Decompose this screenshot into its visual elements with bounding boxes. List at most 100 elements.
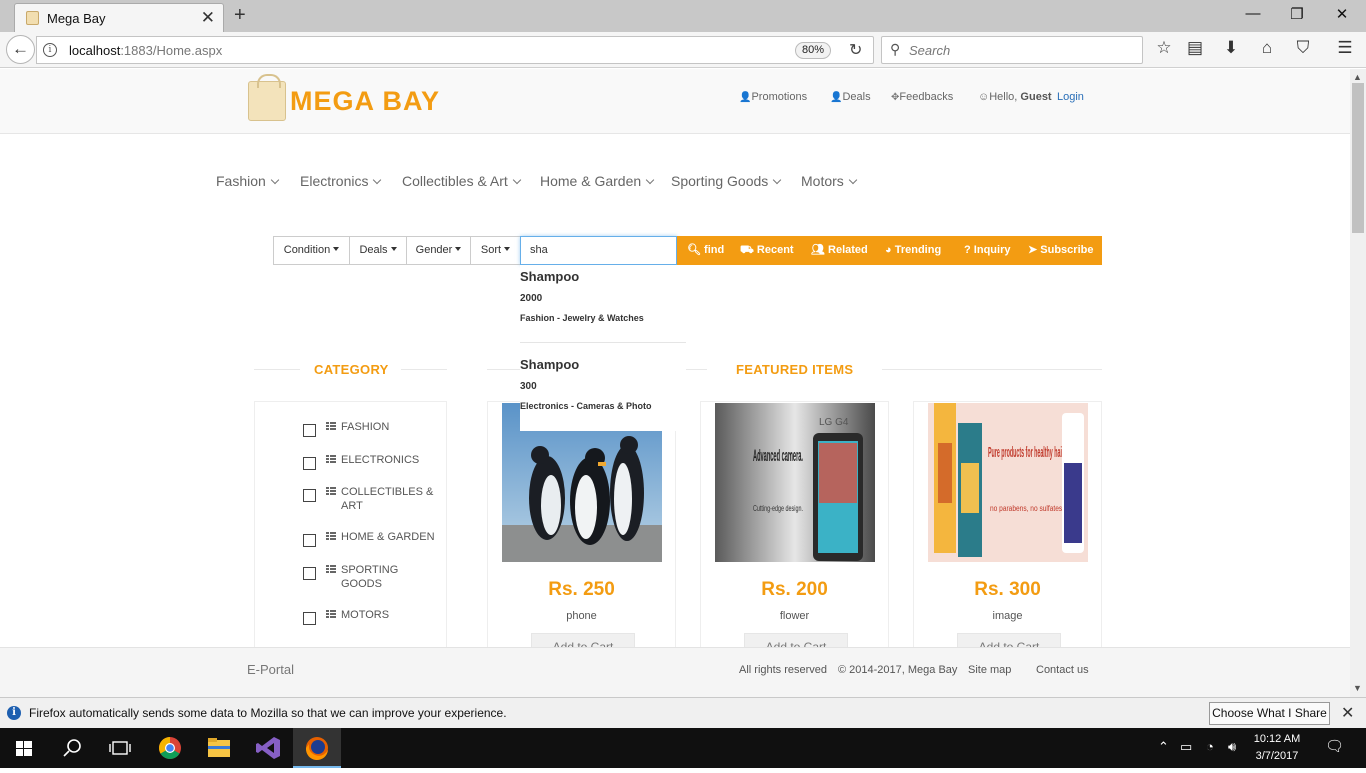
inquiry-button[interactable]: ? Inquiry bbox=[964, 236, 1010, 265]
chevron-down-icon bbox=[373, 175, 382, 185]
suggestion-name: Shampoo bbox=[520, 357, 580, 372]
related-button[interactable]: 👥︎ Related bbox=[811, 236, 868, 265]
category-checkbox[interactable] bbox=[303, 489, 316, 502]
new-tab-icon[interactable]: + bbox=[234, 4, 246, 27]
condition-dropdown[interactable]: Condition bbox=[273, 236, 350, 265]
action-center-icon[interactable]: 🗨︎ bbox=[1325, 737, 1344, 755]
chrome-icon[interactable] bbox=[146, 728, 194, 768]
login-link[interactable]: Login bbox=[1057, 91, 1084, 103]
category-checkbox[interactable] bbox=[303, 612, 316, 625]
product-image[interactable]: Pure products for healthy hair no parabe… bbox=[928, 403, 1088, 562]
gender-dropdown[interactable]: Gender bbox=[406, 236, 471, 265]
site-map-link[interactable]: Site map bbox=[968, 664, 1011, 676]
grid-icon bbox=[326, 422, 336, 430]
chevron-down-icon bbox=[848, 175, 858, 185]
home-icon[interactable]: ⌂ bbox=[1256, 38, 1278, 58]
back-icon[interactable]: ← bbox=[6, 35, 35, 64]
category-checkbox[interactable] bbox=[303, 457, 316, 470]
chevron-down-icon bbox=[512, 175, 522, 185]
page-scrollbar[interactable]: ▲ ▼ bbox=[1350, 69, 1366, 697]
question-icon: ? bbox=[964, 244, 971, 256]
url-bar[interactable]: i localhost:1883/Home.aspx 80% ↻ bbox=[36, 36, 874, 64]
battery-icon[interactable]: ▭ bbox=[1180, 739, 1192, 755]
grid-icon bbox=[326, 455, 336, 463]
choose-what-i-share-button[interactable]: Choose What I Share bbox=[1209, 702, 1330, 725]
feedbacks-link[interactable]: ✥Feedbacks bbox=[891, 91, 953, 103]
user-icon: 👤 bbox=[739, 92, 752, 103]
featured-items-heading: FEATURED ITEMS bbox=[736, 362, 854, 377]
menu-fashion[interactable]: Fashion bbox=[216, 173, 280, 189]
volume-icon[interactable]: 🔊︎ bbox=[1228, 739, 1236, 755]
url-text[interactable]: localhost:1883/Home.aspx bbox=[69, 43, 222, 58]
browser-search-input[interactable]: ⚲ Search bbox=[881, 36, 1143, 64]
search-filter-bar: Condition Deals Gender Sort sha 🔍︎ find … bbox=[273, 236, 1102, 265]
scroll-down-icon[interactable]: ▼ bbox=[1353, 683, 1362, 693]
reading-list-icon[interactable]: ▤ bbox=[1184, 38, 1206, 58]
recent-button[interactable]: ⛟ Recent bbox=[740, 236, 794, 265]
firefox-icon[interactable] bbox=[293, 728, 341, 768]
bookmark-star-icon[interactable]: ☆ bbox=[1153, 38, 1175, 58]
find-button[interactable]: 🔍︎ find bbox=[687, 236, 724, 265]
reload-icon[interactable]: ↻ bbox=[849, 40, 862, 60]
wifi-icon[interactable]: ◔ bbox=[1206, 739, 1214, 754]
download-icon[interactable]: ⬇ bbox=[1220, 38, 1242, 58]
trending-button[interactable]: ◕ Trending bbox=[885, 236, 941, 265]
shopping-bag-logo-icon[interactable] bbox=[248, 74, 286, 121]
menu-electronics[interactable]: Electronics bbox=[300, 173, 382, 189]
browser-tab[interactable]: Mega Bay ✕ bbox=[14, 3, 224, 32]
subscribe-button[interactable]: ➤ Subscribe bbox=[1028, 236, 1093, 265]
windows-start-icon[interactable] bbox=[0, 728, 48, 768]
menu-home-garden[interactable]: Home & Garden bbox=[540, 173, 655, 189]
promotions-link[interactable]: 👤Promotions bbox=[739, 91, 807, 103]
search-icon[interactable] bbox=[48, 728, 96, 768]
task-view-icon[interactable] bbox=[96, 728, 144, 768]
category-checkbox[interactable] bbox=[303, 424, 316, 437]
product-image[interactable]: Advanced camera. Cutting-edge design. LG… bbox=[715, 403, 875, 562]
autocomplete-item[interactable]: Shampoo 300 Electronics - Cameras & Phot… bbox=[520, 357, 686, 411]
product-name[interactable]: flower bbox=[701, 610, 888, 622]
windows-taskbar: ⌃ ▭ ◔ 🔊︎ 10:12 AM 3/7/2017 🗨︎ bbox=[0, 728, 1366, 768]
clock-time: 10:12 AM bbox=[1253, 733, 1301, 745]
sort-dropdown[interactable]: Sort bbox=[470, 236, 521, 265]
product-name[interactable]: phone bbox=[488, 610, 675, 622]
minimize-icon[interactable]: — bbox=[1243, 5, 1263, 22]
pocket-icon[interactable]: ⛉ bbox=[1292, 38, 1314, 58]
divider bbox=[254, 369, 300, 370]
notification-message: Firefox automatically sends some data to… bbox=[29, 706, 507, 720]
grid-icon bbox=[326, 565, 336, 573]
search-icon: 🔍︎ bbox=[687, 244, 701, 256]
user-icon: 👤 bbox=[830, 92, 843, 103]
menu-sporting-goods[interactable]: Sporting Goods bbox=[671, 173, 782, 189]
file-explorer-icon[interactable] bbox=[195, 728, 243, 768]
grid-icon bbox=[326, 532, 336, 540]
window-close-icon[interactable]: ✕ bbox=[1332, 5, 1352, 23]
show-hidden-icons-icon[interactable]: ⌃ bbox=[1158, 739, 1169, 755]
product-search-input[interactable]: sha bbox=[520, 236, 677, 265]
scroll-up-icon[interactable]: ▲ bbox=[1353, 72, 1362, 82]
visual-studio-icon[interactable] bbox=[244, 728, 292, 768]
deals-link[interactable]: 👤Deals bbox=[830, 91, 871, 103]
autocomplete-item[interactable]: Shampoo 2000 Fashion - Jewelry & Watches bbox=[520, 269, 686, 323]
users-icon: 👥︎ bbox=[811, 244, 825, 256]
system-clock[interactable]: 10:12 AM 3/7/2017 bbox=[1248, 731, 1306, 765]
site-info-icon[interactable]: i bbox=[43, 43, 57, 57]
deals-dropdown[interactable]: Deals bbox=[349, 236, 407, 265]
hamburger-menu-icon[interactable]: ☰ bbox=[1334, 38, 1356, 58]
close-notification-icon[interactable]: ✕ bbox=[1341, 703, 1354, 723]
restore-icon[interactable]: ❐ bbox=[1287, 5, 1307, 23]
scrollbar-thumb[interactable] bbox=[1352, 83, 1364, 233]
search-actions: 🔍︎ find ⛟ Recent 👥︎ Related ◕ Trending ?… bbox=[677, 236, 1102, 265]
zoom-level[interactable]: 80% bbox=[795, 42, 832, 59]
site-logo[interactable]: MEGA BAY bbox=[290, 86, 440, 117]
category-checkbox[interactable] bbox=[303, 567, 316, 580]
menu-collectibles-art[interactable]: Collectibles & Art bbox=[402, 173, 522, 189]
close-tab-icon[interactable]: ✕ bbox=[201, 8, 215, 28]
chevron-down-icon bbox=[773, 175, 782, 185]
suggestion-name: Shampoo bbox=[520, 269, 580, 284]
category-checkbox[interactable] bbox=[303, 534, 316, 547]
contact-us-link[interactable]: Contact us bbox=[1036, 664, 1089, 676]
menu-motors[interactable]: Motors bbox=[801, 173, 858, 189]
caret-down-icon bbox=[504, 247, 511, 251]
web-page: MEGA BAY 👤Promotions 👤Deals ✥Feedbacks ☺… bbox=[0, 69, 1350, 697]
product-name[interactable]: image bbox=[914, 610, 1101, 622]
